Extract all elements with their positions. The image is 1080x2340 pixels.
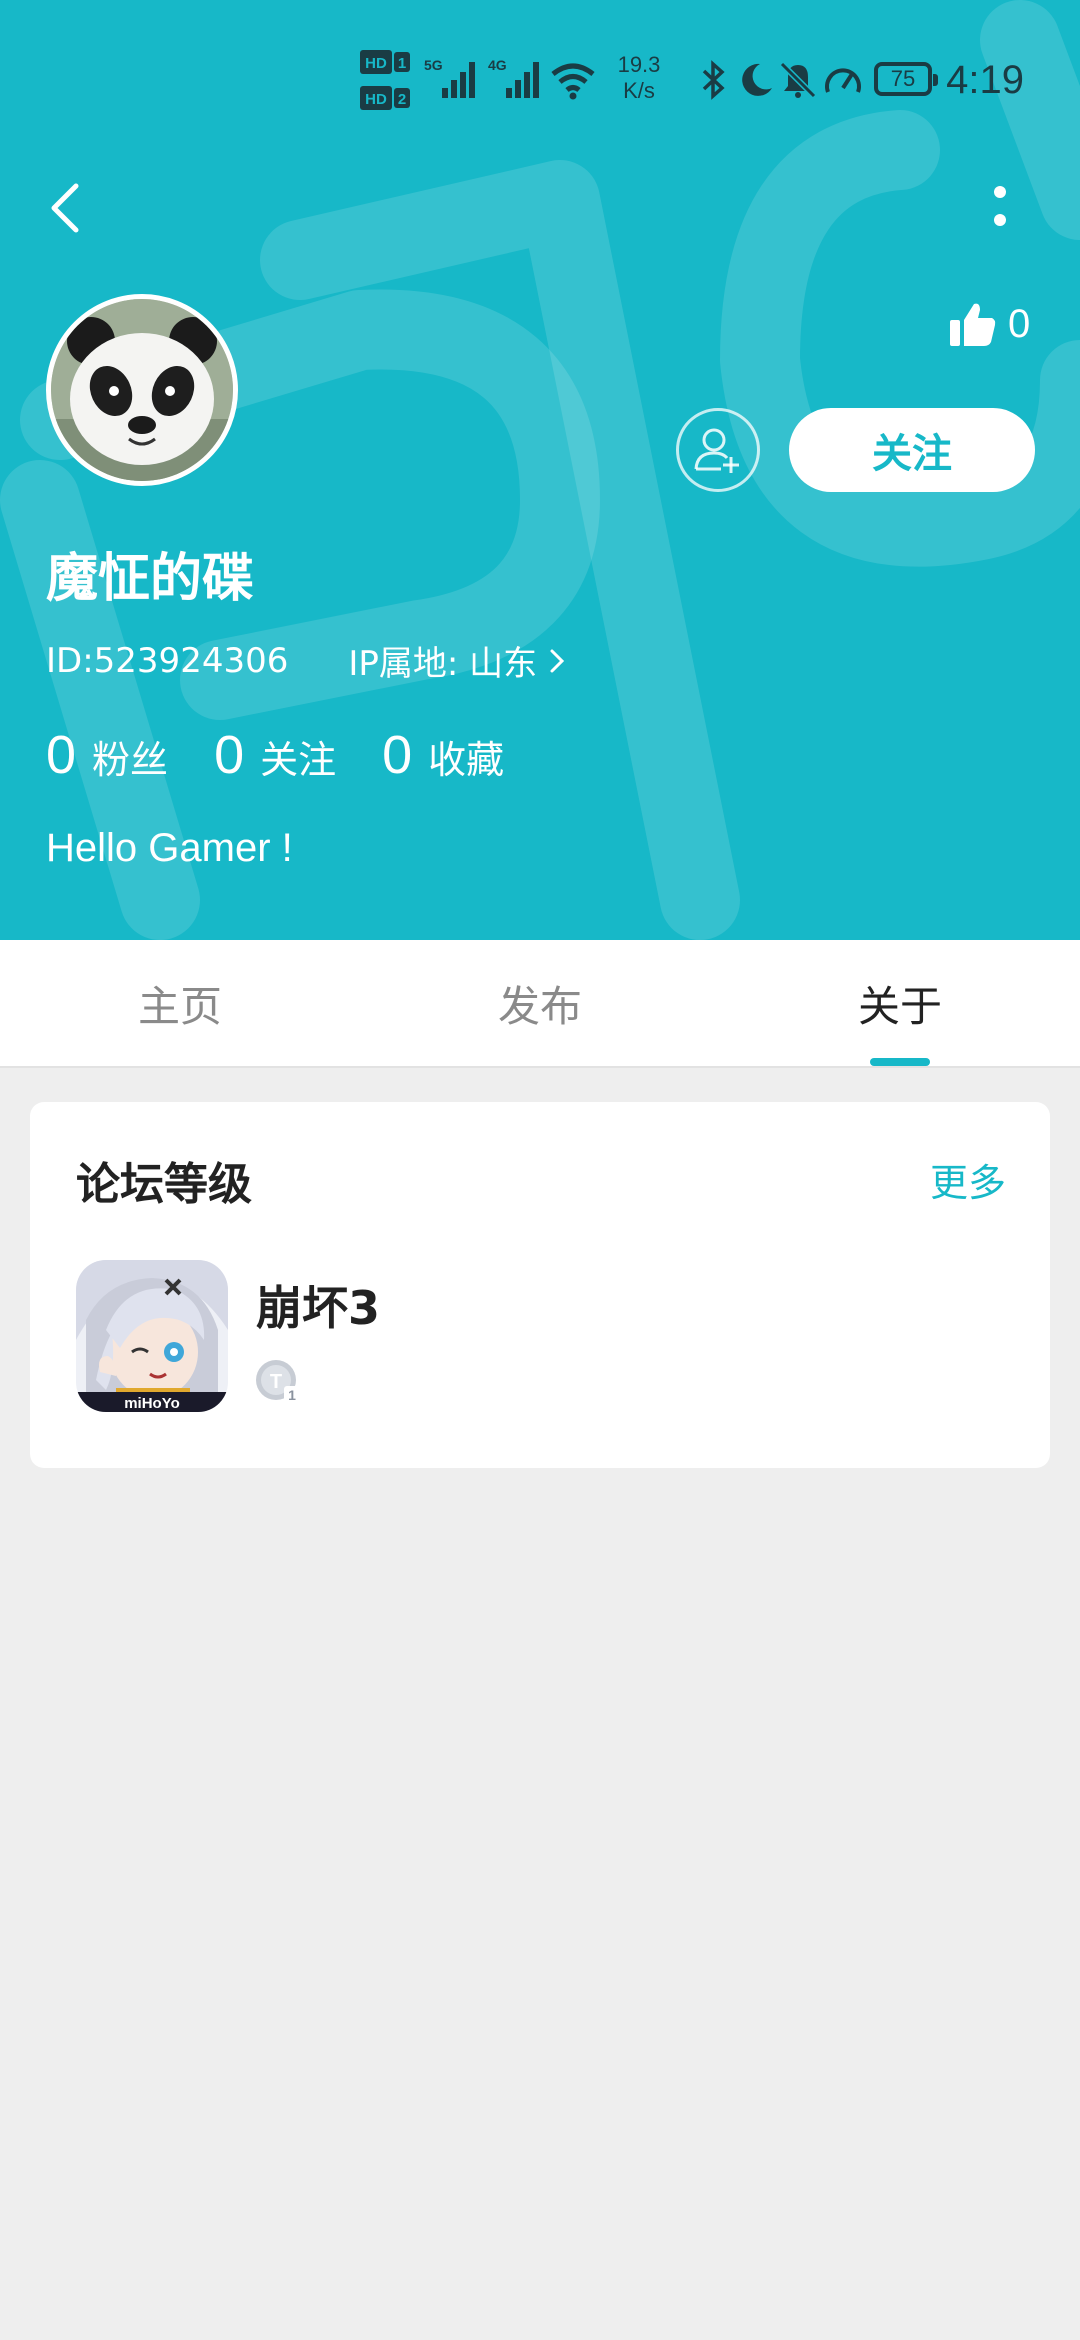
hd-indicator-1: HD 1 <box>360 50 412 78</box>
stat-value: 0 <box>214 725 245 785</box>
ip-location-label: IP属地: 山东 <box>348 644 538 684</box>
more-link[interactable]: 更多 <box>930 1152 1006 1207</box>
more-options-button[interactable] <box>980 180 1020 240</box>
panda-avatar-image <box>51 299 233 481</box>
id-row: ID:523924306 IP属地: 山东 <box>46 636 569 685</box>
chevron-right-icon <box>550 649 565 672</box>
chevron-left-icon <box>51 183 79 233</box>
svg-text:4G: 4G <box>488 57 507 73</box>
active-tab-indicator <box>870 1058 930 1066</box>
tab-about[interactable]: 关于 <box>720 940 1080 1066</box>
network-speed: 19.3 K/s <box>604 52 674 104</box>
tab-posts[interactable]: 发布 <box>360 940 720 1066</box>
stat-fans[interactable]: 0 粉丝 <box>46 724 168 786</box>
stat-following[interactable]: 0 关注 <box>214 724 336 786</box>
profile-tabs: 主页 发布 关于 <box>0 940 1080 1068</box>
wifi-icon <box>550 60 596 104</box>
stat-label: 粉丝 <box>92 738 169 782</box>
stat-favorites[interactable]: 0 收藏 <box>382 724 504 786</box>
speedometer-icon <box>822 60 864 104</box>
ip-location[interactable]: IP属地: 山东 <box>348 636 569 685</box>
game-icon-text: miHoYo <box>124 1395 180 1412</box>
speed-unit: K/s <box>623 78 655 103</box>
svg-text:5G: 5G <box>424 57 443 73</box>
signal-5g-icon: 5G <box>422 56 480 104</box>
tab-label: 关于 <box>857 981 942 1031</box>
mute-bell-icon <box>778 60 818 104</box>
stat-label: 关注 <box>260 738 337 782</box>
bio: Hello Gamer ! <box>46 826 293 870</box>
game-icon[interactable]: miHoYo <box>76 1260 228 1412</box>
stat-label: 收藏 <box>428 738 505 782</box>
thumbs-up-icon <box>950 303 996 346</box>
stat-value: 0 <box>382 725 413 785</box>
game-name[interactable]: 崩坏3 <box>256 1272 380 1338</box>
profile-header: HD 1 HD 2 5G 4G 19.3 K/s 75 4:19 0 关注 魔怔… <box>0 0 1080 940</box>
likes-count: 0 <box>1008 301 1031 346</box>
honkai-game-icon: miHoYo <box>76 1260 228 1412</box>
tab-home[interactable]: 主页 <box>0 940 360 1066</box>
hd-indicator-2: HD 2 <box>360 86 412 114</box>
tab-label: 主页 <box>137 981 222 1031</box>
svg-text:1: 1 <box>288 1387 296 1403</box>
level-badge: T 1 <box>254 1356 302 1404</box>
level-badge-icon: T 1 <box>256 1360 300 1403</box>
bluetooth-icon <box>700 60 728 104</box>
svg-text:2: 2 <box>398 91 406 108</box>
card-title: 论坛等级 <box>76 1159 252 1210</box>
signal-4g-icon: 4G <box>486 56 544 104</box>
svg-text:HD: HD <box>365 91 387 108</box>
speed-value: 19.3 <box>617 52 661 77</box>
battery-indicator: 75 <box>874 62 938 96</box>
stat-value: 0 <box>46 725 77 785</box>
follow-button[interactable]: 关注 <box>789 408 1035 492</box>
username: 魔怔的碟 <box>46 549 255 609</box>
clock: 4:19 <box>946 58 1024 102</box>
add-friend-button[interactable] <box>676 408 760 492</box>
user-id: ID:523924306 <box>46 640 289 681</box>
avatar[interactable] <box>46 294 238 486</box>
more-vertical-icon <box>994 186 1006 226</box>
likes-counter[interactable]: 0 <box>950 296 1030 352</box>
forum-level-card: 论坛等级 更多 miHoYo 崩坏3 T 1 <box>30 1102 1050 1468</box>
svg-text:HD: HD <box>365 55 387 72</box>
svg-text:1: 1 <box>398 55 406 72</box>
stats-row: 0 粉丝 0 关注 0 收藏 <box>46 724 550 786</box>
moon-icon <box>738 60 774 104</box>
add-user-icon <box>694 428 739 473</box>
status-bar: HD 1 HD 2 5G 4G 19.3 K/s 75 4:19 <box>0 40 1080 120</box>
back-button[interactable] <box>40 178 100 238</box>
svg-text:T: T <box>270 1371 282 1393</box>
tab-label: 发布 <box>497 981 582 1031</box>
